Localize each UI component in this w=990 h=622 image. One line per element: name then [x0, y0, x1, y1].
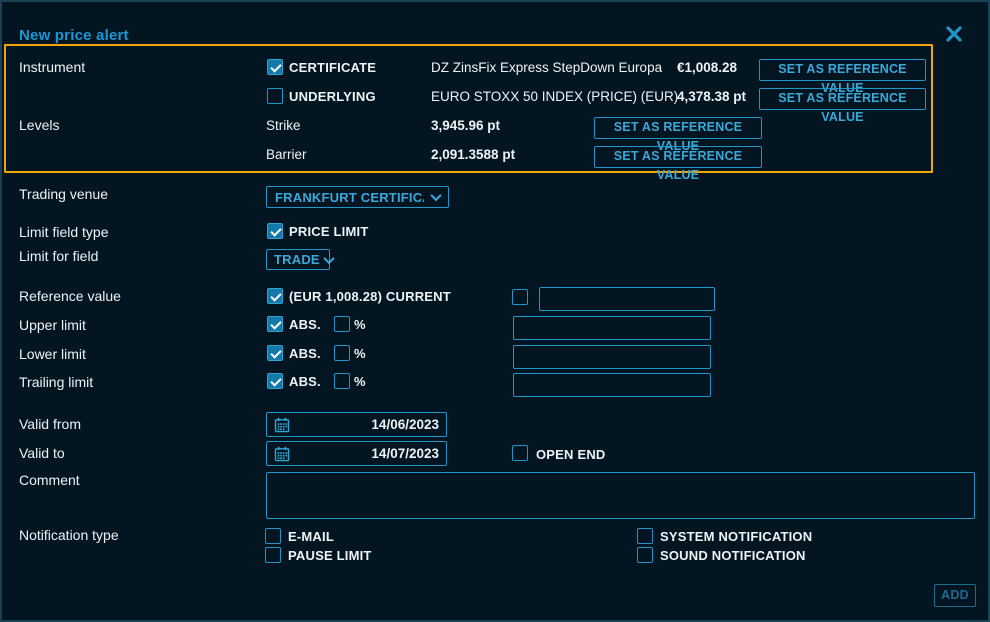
lower-limit-input[interactable]: [513, 345, 711, 369]
calendar-icon[interactable]: [274, 446, 290, 462]
sound-notification-checkbox[interactable]: [637, 547, 653, 563]
chevron-down-icon: [323, 252, 334, 263]
price-limit-checkbox[interactable]: [267, 223, 283, 239]
reference-value-label: Reference value: [19, 288, 121, 304]
close-button[interactable]: [940, 20, 968, 51]
system-notification-checkbox[interactable]: [637, 528, 653, 544]
reference-custom-input[interactable]: [539, 287, 715, 311]
upper-limit-input[interactable]: [513, 316, 711, 340]
upper-limit-abs-checkbox[interactable]: [267, 316, 283, 332]
reference-custom-checkbox[interactable]: [512, 289, 528, 305]
lower-limit-label: Lower limit: [19, 346, 86, 362]
certificate-name: DZ ZinsFix Express StepDown Europa: [431, 60, 662, 75]
trailing-limit-abs-label: ABS.: [289, 374, 321, 389]
levels-label: Levels: [19, 117, 59, 133]
trading-venue-dropdown[interactable]: FRANKFURT CERTIFICAT...: [266, 186, 449, 208]
add-button[interactable]: ADD: [934, 584, 976, 607]
underlying-checkbox[interactable]: [267, 88, 283, 104]
underlying-checkbox-label: UNDERLYING: [289, 89, 376, 104]
trailing-limit-pct-label: %: [354, 374, 366, 389]
barrier-value: 2,091.3588 pt: [431, 147, 515, 162]
trailing-limit-input[interactable]: [513, 373, 711, 397]
open-end-label: OPEN END: [536, 447, 606, 462]
limit-for-field-selected: TRADE: [274, 252, 320, 267]
lower-limit-pct-checkbox[interactable]: [334, 345, 350, 361]
upper-limit-abs-label: ABS.: [289, 317, 321, 332]
dialog-title: New price alert: [19, 27, 129, 44]
trading-venue-label: Trading venue: [19, 186, 108, 202]
trailing-limit-label: Trailing limit: [19, 374, 93, 390]
barrier-label: Barrier: [266, 147, 307, 162]
valid-to-field[interactable]: [266, 441, 447, 466]
trailing-limit-pct-checkbox[interactable]: [334, 373, 350, 389]
trailing-limit-abs-checkbox[interactable]: [267, 373, 283, 389]
price-limit-label: PRICE LIMIT: [289, 224, 368, 239]
email-checkbox[interactable]: [265, 528, 281, 544]
valid-from-label: Valid from: [19, 416, 81, 432]
pause-limit-label: PAUSE LIMIT: [288, 548, 372, 563]
lower-limit-pct-label: %: [354, 346, 366, 361]
lower-limit-abs-label: ABS.: [289, 346, 321, 361]
email-label: E-MAIL: [288, 529, 334, 544]
certificate-checkbox[interactable]: [267, 59, 283, 75]
underlying-set-reference-button[interactable]: SET AS REFERENCE VALUE: [759, 88, 926, 110]
certificate-set-reference-button[interactable]: SET AS REFERENCE VALUE: [759, 59, 926, 81]
underlying-name: EURO STOXX 50 INDEX (PRICE) (EUR): [431, 89, 678, 104]
certificate-value: €1,008.28: [677, 60, 737, 75]
valid-from-field[interactable]: [266, 412, 447, 437]
strike-label: Strike: [266, 118, 301, 133]
barrier-set-reference-button[interactable]: SET AS REFERENCE VALUE: [594, 146, 762, 168]
new-price-alert-dialog: New price alert Instrument Levels CERTIF…: [0, 0, 990, 622]
limit-for-field-label: Limit for field: [19, 248, 98, 264]
close-icon: [942, 22, 966, 46]
comment-label: Comment: [19, 472, 80, 488]
calendar-icon[interactable]: [274, 417, 290, 433]
valid-from-input[interactable]: [296, 417, 439, 432]
notification-type-label: Notification type: [19, 527, 119, 543]
lower-limit-abs-checkbox[interactable]: [267, 345, 283, 361]
certificate-checkbox-label: CERTIFICATE: [289, 60, 376, 75]
sound-notification-label: SOUND NOTIFICATION: [660, 548, 806, 563]
limit-field-type-label: Limit field type: [19, 224, 108, 240]
instrument-label: Instrument: [19, 59, 85, 75]
system-notification-label: SYSTEM NOTIFICATION: [660, 529, 812, 544]
upper-limit-label: Upper limit: [19, 317, 86, 333]
pause-limit-checkbox[interactable]: [265, 547, 281, 563]
open-end-checkbox[interactable]: [512, 445, 528, 461]
trading-venue-selected: FRANKFURT CERTIFICAT...: [275, 190, 424, 205]
comment-textarea[interactable]: [266, 472, 975, 519]
reference-current-checkbox[interactable]: [267, 288, 283, 304]
valid-to-input[interactable]: [296, 446, 439, 461]
valid-to-label: Valid to: [19, 445, 65, 461]
upper-limit-pct-label: %: [354, 317, 366, 332]
reference-current-label: (EUR 1,008.28) CURRENT: [289, 289, 451, 304]
strike-set-reference-button[interactable]: SET AS REFERENCE VALUE: [594, 117, 762, 139]
chevron-down-icon: [430, 190, 441, 201]
underlying-value: 4,378.38 pt: [677, 89, 746, 104]
limit-for-field-dropdown[interactable]: TRADE: [266, 249, 330, 270]
strike-value: 3,945.96 pt: [431, 118, 500, 133]
upper-limit-pct-checkbox[interactable]: [334, 316, 350, 332]
